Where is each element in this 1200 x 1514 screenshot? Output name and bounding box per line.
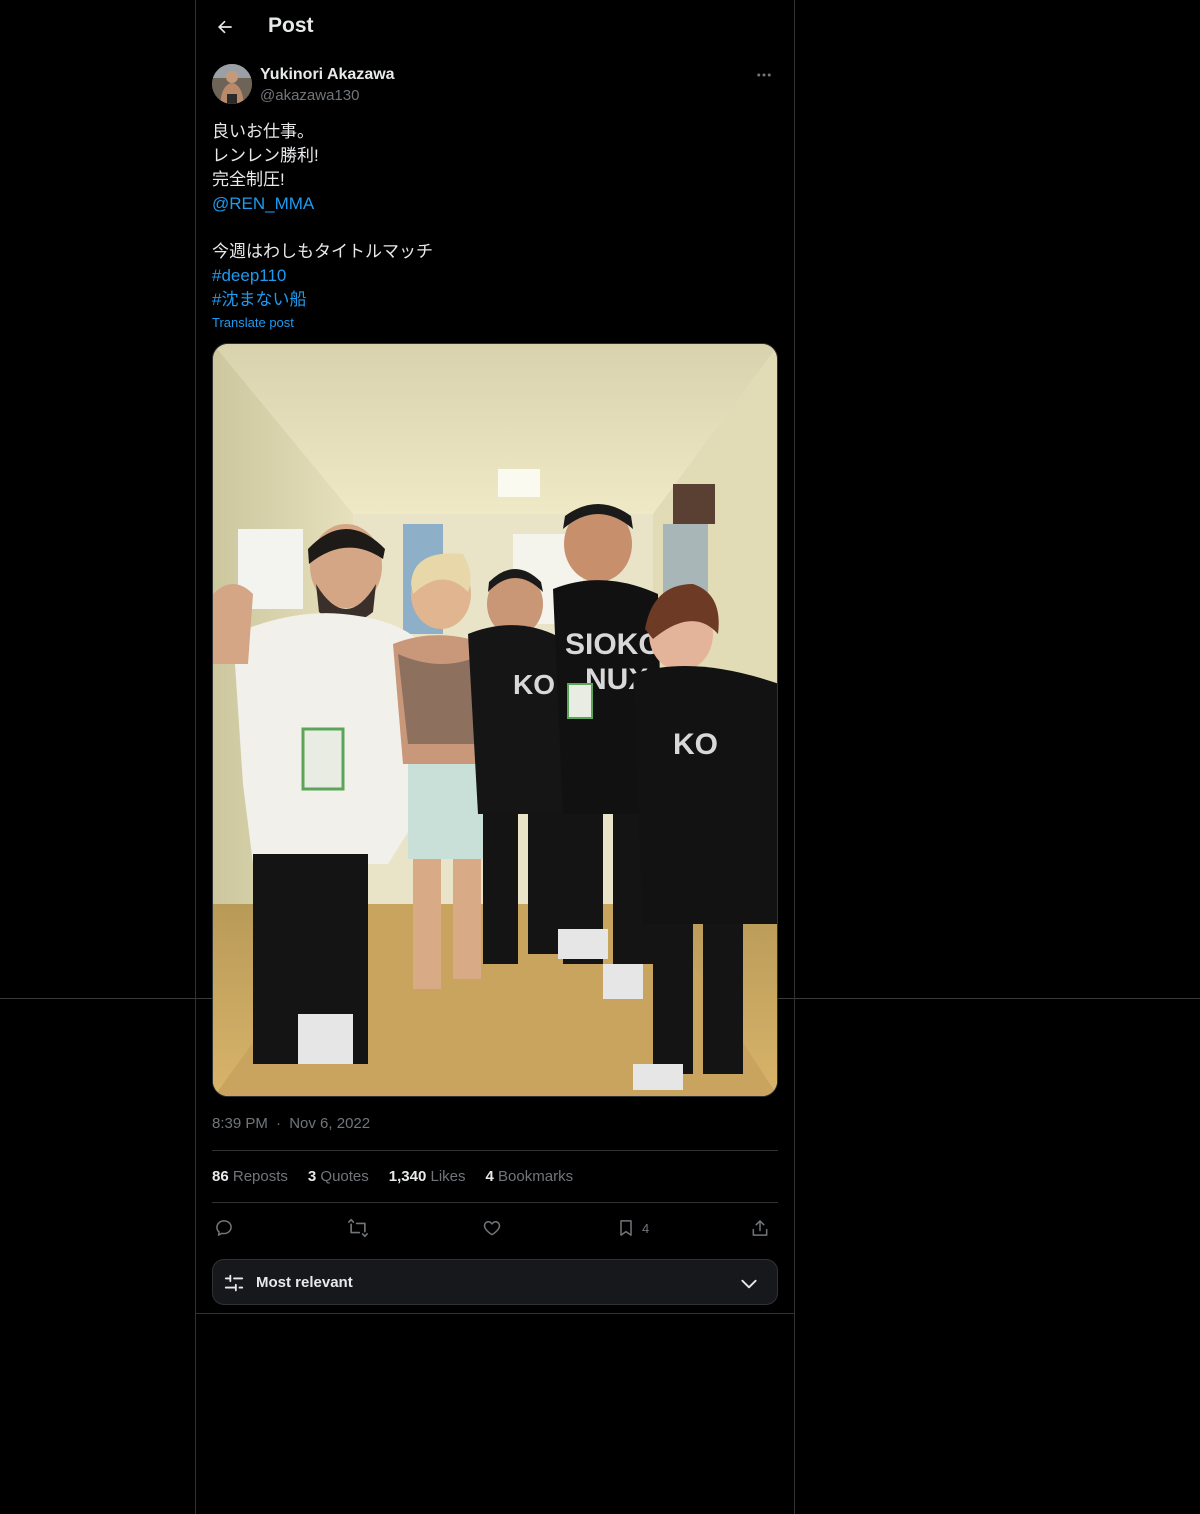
share-icon <box>752 1220 768 1236</box>
author-name[interactable]: Yukinori Akazawa <box>260 66 395 84</box>
header: Post <box>196 0 794 54</box>
bookmarks-stat[interactable]: 4 Bookmarks <box>486 1168 574 1185</box>
like-button[interactable] <box>482 1212 502 1244</box>
sort-label: Most relevant <box>256 1274 353 1291</box>
photo-image: KO SIOKO NUX KO <box>213 344 777 1096</box>
avatar[interactable] <box>212 64 252 104</box>
author-handle[interactable]: @akazawa130 <box>260 87 359 104</box>
reposts-stat[interactable]: 86 Reposts <box>212 1168 288 1185</box>
tweet-line: 完全制圧! <box>212 170 285 189</box>
engagement-stats: 86 Reposts 3 Quotes 1,340 Likes 4 Bookma… <box>212 1168 573 1185</box>
bookmarks-label: Bookmarks <box>498 1168 574 1185</box>
divider <box>212 1150 778 1151</box>
page: Post Yukinori Akazawa @akazawa130 良いお仕事。… <box>0 0 1200 1514</box>
timestamp-separator: · <box>276 1115 282 1132</box>
repost-button[interactable] <box>347 1212 369 1244</box>
tweet-line: 良いお仕事。 <box>212 122 314 141</box>
post-time: 8:39 PM <box>212 1115 268 1132</box>
tweet-photo[interactable]: KO SIOKO NUX KO <box>212 343 778 1097</box>
bookmark-icon <box>620 1220 632 1236</box>
reposts-label: Reposts <box>232 1168 288 1185</box>
action-bar: 4 <box>212 1212 778 1244</box>
tweet-text: 良いお仕事。 レンレン勝利! 完全制圧! @REN_MMA 今週はわしもタイトル… <box>212 120 778 312</box>
quotes-stat[interactable]: 3 Quotes <box>308 1168 369 1185</box>
author-row: Yukinori Akazawa @akazawa130 <box>212 64 778 108</box>
svg-text:KO: KO <box>513 669 555 700</box>
likes-stat[interactable]: 1,340 Likes <box>389 1168 466 1185</box>
avatar-image <box>212 64 252 104</box>
more-button[interactable] <box>750 64 778 86</box>
sort-replies-dropdown[interactable]: Most relevant <box>212 1259 778 1305</box>
quotes-label: Quotes <box>320 1168 369 1185</box>
translate-post-link[interactable]: Translate post <box>212 315 294 330</box>
arrow-left-icon <box>218 20 232 34</box>
likes-label: Likes <box>430 1168 466 1185</box>
post-date: Nov 6, 2022 <box>289 1115 371 1132</box>
likes-count: 1,340 <box>388 1168 427 1185</box>
page-title: Post <box>268 14 314 37</box>
repost-icon <box>348 1218 368 1238</box>
chevron-down-icon <box>741 1279 757 1289</box>
svg-text:KO: KO <box>673 728 718 761</box>
tweet-line: レンレン勝利! <box>212 146 319 165</box>
divider <box>212 1202 778 1203</box>
more-horizontal-icon <box>757 73 771 77</box>
hashtag-link[interactable]: #沈まない船 <box>212 288 778 312</box>
reposts-count: 86 <box>212 1168 229 1185</box>
heart-icon <box>483 1221 501 1236</box>
quotes-count: 3 <box>307 1168 317 1185</box>
bookmark-button[interactable]: 4 <box>616 1212 649 1244</box>
back-button[interactable] <box>208 10 242 44</box>
main-column: Post Yukinori Akazawa @akazawa130 良いお仕事。… <box>195 0 795 1514</box>
share-button[interactable] <box>750 1212 770 1244</box>
reply-icon <box>216 1220 232 1236</box>
bookmark-count: 4 <box>642 1220 650 1236</box>
post-timestamp[interactable]: 8:39 PM · Nov 6, 2022 <box>212 1115 370 1132</box>
reply-button[interactable] <box>214 1212 234 1244</box>
hashtag-link[interactable]: #deep110 <box>212 264 778 288</box>
bookmarks-count: 4 <box>485 1168 494 1185</box>
svg-text:SIOKO: SIOKO <box>565 628 662 661</box>
mention-link[interactable]: @REN_MMA <box>212 192 778 216</box>
tweet-line: 今週はわしもタイトルマッチ <box>212 242 433 261</box>
divider <box>196 1313 794 1314</box>
sliders-icon <box>224 1274 244 1292</box>
